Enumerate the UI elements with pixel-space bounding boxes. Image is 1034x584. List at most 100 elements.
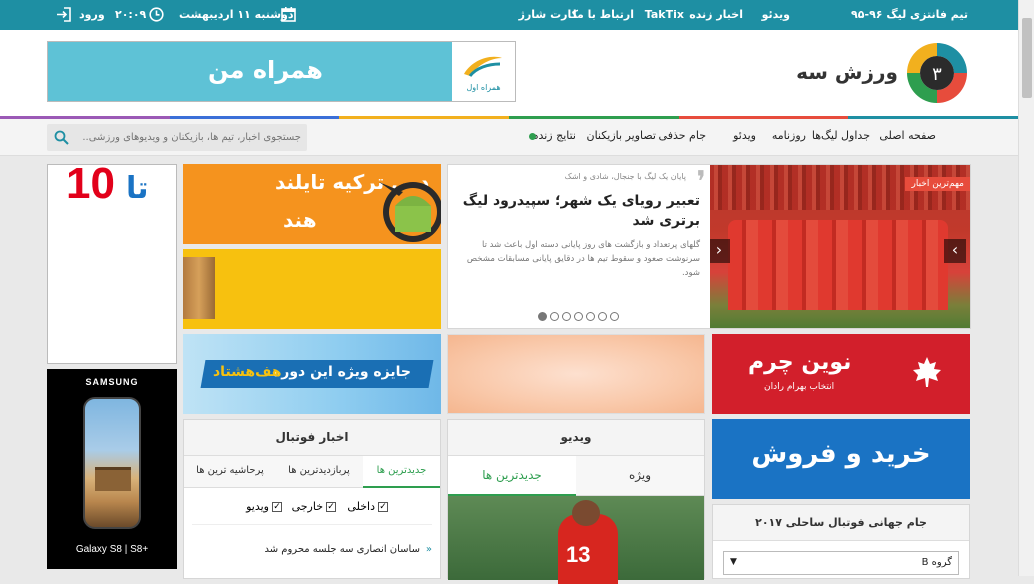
hero-summary: گلهای پرتعداد و بازگشت های روز پایانی دس…: [466, 240, 700, 278]
football-news-box: اخبار فوتبال جدیدترین ها پربازدیدترین ها…: [183, 419, 441, 579]
india-text: هند: [283, 208, 317, 232]
travel-globe-icon: [379, 182, 441, 242]
login-link[interactable]: ورود: [79, 8, 105, 21]
beach-cup-box: جام جهانی فوتبال ساحلی ۲۰۱۷ گروه B ▼: [712, 504, 970, 579]
group-select-value: گروه B: [921, 557, 952, 568]
video-box-header: ویدیو: [448, 420, 704, 456]
site-header: ۳ ورزش سه همراه اول همراه من: [0, 30, 1018, 116]
contact-link[interactable]: ارتباط با ما: [573, 8, 634, 21]
charge-card-link[interactable]: کارت شارژ: [519, 8, 578, 21]
slider-dot[interactable]: [562, 312, 571, 321]
novin-charm-ad[interactable]: نوین چرم انتخاب بهرام رادان: [712, 334, 970, 414]
nav-video[interactable]: ویدئو: [733, 129, 756, 142]
tab-featured[interactable]: ویژه: [576, 456, 704, 496]
top-news-badge: مهم‌ترین اخبار: [905, 177, 970, 191]
filter-video[interactable]: ✓ویدیو: [246, 500, 282, 513]
search-input[interactable]: [81, 127, 303, 148]
video-link[interactable]: ویدئو: [762, 8, 790, 21]
yellow-ad[interactable]: [183, 249, 441, 329]
hamrah-man-text: همراه من: [208, 56, 323, 84]
hero-kicker: پایان یک لیگ با جنجال، شادی و اشک: [564, 172, 686, 181]
tab-most-viewed[interactable]: پربازدیدترین ها: [276, 456, 362, 488]
video-box-title: ویدیو: [560, 430, 592, 444]
turkey-tour-ad[interactable]: دبی ترکیه تایلند هند: [183, 164, 441, 244]
slider-dot[interactable]: [538, 312, 547, 321]
jersey-number: 13: [566, 542, 591, 567]
nav-league-tables[interactable]: جداول لیگ‌ها: [812, 129, 870, 142]
tab-video-newest[interactable]: جدیدترین ها: [448, 456, 576, 496]
search-box[interactable]: [47, 124, 307, 151]
peach-ad[interactable]: [447, 334, 705, 414]
logo-text: ورزش سه: [796, 60, 898, 84]
ta-10-number: 10: [66, 164, 115, 208]
players-group: [728, 220, 948, 310]
slider-dot[interactable]: [610, 312, 619, 321]
hero-text-panel: ❜ پایان یک لیگ با جنجال، شادی و اشک تعبی…: [448, 165, 710, 328]
nav-home[interactable]: صفحه اصلی: [879, 129, 936, 142]
hero-photo[interactable]: مهم‌ترین اخبار › ‹: [708, 165, 970, 328]
slider-dot[interactable]: [598, 312, 607, 321]
site-logo[interactable]: ۳ ورزش سه: [796, 40, 970, 106]
nav-player-photos[interactable]: تصاویر بازیکنان: [586, 129, 656, 142]
checkbox-domestic[interactable]: ✓: [378, 502, 388, 512]
svg-text:۳: ۳: [932, 64, 942, 85]
buy-sell-ad[interactable]: خرید و فروش: [712, 419, 970, 499]
checkbox-foreign[interactable]: ✓: [326, 502, 336, 512]
filter-foreign[interactable]: ✓خارجی: [292, 500, 336, 513]
checkbox-video[interactable]: ✓: [272, 502, 282, 512]
tab-newest[interactable]: جدیدترین ها: [363, 456, 440, 488]
live-dot-icon: [529, 133, 536, 140]
maple-leaf-icon: [913, 357, 941, 387]
football-news-header: اخبار فوتبال: [184, 420, 440, 456]
chevron-down-icon[interactable]: ▼: [730, 557, 737, 567]
football-news-tabs: جدیدترین ها پربازدیدترین ها پرحاشیه ترین…: [184, 456, 440, 488]
login-icon[interactable]: [56, 7, 72, 22]
ta-text: تا: [126, 171, 149, 206]
video-box: ویدیو ویژه جدیدترین ها 13: [447, 419, 705, 584]
ta-10-ad[interactable]: 10 تا: [47, 164, 177, 364]
jayeze-text: جایزه ویژه این دوره: [273, 364, 411, 380]
slider-next-icon[interactable]: ›: [944, 239, 966, 263]
mci-brand-label: همراه اول: [466, 83, 501, 92]
football-news-title: اخبار فوتبال: [275, 430, 349, 444]
samsung-logo-text: SAMSUNG: [85, 377, 139, 387]
nav-hazfi-cup[interactable]: جام حذفی: [659, 129, 706, 142]
divider: [192, 524, 432, 525]
logo-emblem-icon: ۳: [907, 43, 967, 103]
video-tabs: ویژه جدیدترین ها: [448, 456, 704, 496]
slider-dot[interactable]: [574, 312, 583, 321]
samsung-ad[interactable]: SAMSUNG Galaxy S8 | S8+: [47, 369, 177, 569]
hamrah-aval-logo: همراه اول: [452, 42, 515, 101]
search-icon[interactable]: [54, 130, 69, 145]
slider-prev-icon[interactable]: ‹: [708, 239, 730, 263]
time-text: ۲۰:۰۹: [115, 8, 147, 21]
scrollbar[interactable]: [1018, 0, 1034, 576]
hamrah-aval-ad[interactable]: همراه اول همراه من: [47, 41, 516, 102]
buy-sell-text: خرید و فروش: [751, 439, 931, 469]
persepolis-gate: [95, 467, 131, 491]
haf-hashtad-text: هف‌هشتاد: [213, 364, 282, 380]
date-text: دوشنبه ۱۱ اردیبهشت: [179, 8, 294, 21]
hero-title[interactable]: تعبیر رویای یک شهر؛ سپیدرود لیگ برتری شد: [460, 191, 700, 231]
slider-dots: [538, 312, 619, 324]
hero-slider: مهم‌ترین اخبار › ‹ ❜ پایان یک لیگ با جنج…: [447, 164, 971, 329]
video-thumbnail[interactable]: 13: [448, 496, 704, 584]
group-select[interactable]: گروه B ▼: [723, 551, 959, 575]
slider-dot[interactable]: [550, 312, 559, 321]
scrollbar-thumb[interactable]: [1022, 18, 1032, 98]
galaxy-model-text: Galaxy S8 | S8+: [75, 544, 149, 555]
nav-live-results[interactable]: نتایج زنده: [533, 129, 576, 142]
fantasy-link[interactable]: تیم فانتزی لیگ ۹۶-۹۵: [851, 8, 968, 21]
live-news-link[interactable]: اخبار زنده: [689, 8, 743, 21]
filter-domestic[interactable]: ✓داخلی: [347, 500, 388, 513]
news-item[interactable]: ساسان انصاری سه جلسه محروم شد: [264, 544, 420, 555]
mci-swoosh-icon: [464, 56, 502, 77]
tab-controversial[interactable]: پرحاشیه ترین ها: [184, 456, 276, 488]
novin-charm-title: نوین چرم: [748, 350, 852, 375]
beach-cup-header: جام جهانی فوتبال ساحلی ۲۰۱۷: [713, 505, 969, 541]
taktix-link[interactable]: TakTix: [645, 8, 684, 21]
jayeze-ad[interactable]: جایزه ویژه این دوره هف‌هشتاد: [183, 334, 441, 414]
chevron-left-icon: «: [425, 544, 432, 555]
nav-newspaper[interactable]: روزنامه: [772, 129, 806, 142]
slider-dot[interactable]: [586, 312, 595, 321]
